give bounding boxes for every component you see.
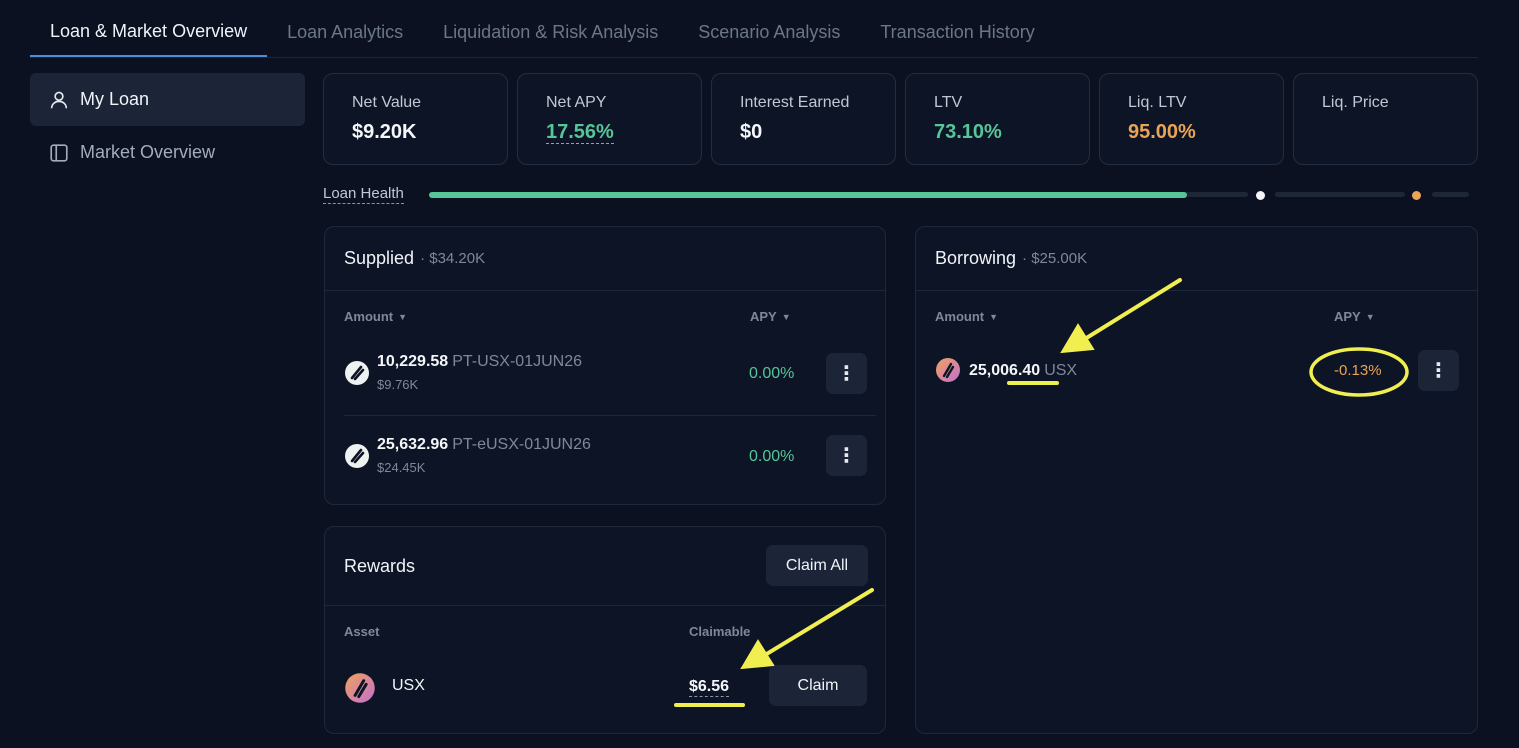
claim-all-button[interactable]: Claim All: [766, 545, 868, 586]
supplied-panel: Supplied · $34.20K Amount ▼ APY ▼ 10,229.5…: [324, 226, 886, 505]
borrowing-col-apy[interactable]: APY ▼: [1334, 309, 1375, 324]
top-tab-bar: Loan & Market Overview Loan Analytics Li…: [30, 0, 1478, 58]
chevron-down-icon: ▼: [989, 311, 999, 322]
user-icon: [48, 89, 70, 111]
stat-liq-ltv: Liq. LTV 95.00%: [1099, 73, 1284, 165]
borrowing-row-more-button[interactable]: ⋮: [1418, 350, 1459, 391]
loan-health-track-segment: [1275, 192, 1405, 197]
chevron-down-icon: ▼: [1365, 311, 1375, 322]
rewards-row-asset: USX: [392, 677, 425, 694]
supplied-row-2-apy: 0.00%: [749, 448, 795, 465]
borrowing-header: Borrowing · $25.00K: [916, 227, 1477, 291]
loan-health-label[interactable]: Loan Health: [323, 185, 404, 204]
token-symbol: USX: [1044, 362, 1078, 379]
tab-liquidation-risk-analysis[interactable]: Liquidation & Risk Analysis: [423, 0, 678, 57]
rewards-panel: Rewards Claim All Asset Claimable USX $6…: [324, 526, 886, 734]
borrowing-col-amount[interactable]: Amount ▼: [935, 309, 998, 324]
col-apy-label: APY: [1334, 309, 1361, 324]
supplied-header: Supplied · $34.20K: [325, 227, 885, 291]
supplied-row-1-amount: 10,229.58 PT-USX-01JUN26: [377, 353, 582, 371]
tab-scenario-analysis[interactable]: Scenario Analysis: [678, 0, 860, 57]
col-apy-label: APY: [750, 309, 777, 324]
liq-ltv-marker-dot: [1412, 191, 1421, 200]
supplied-row-2-usd: $24.45K: [377, 460, 426, 475]
tab-loan-analytics[interactable]: Loan Analytics: [267, 0, 423, 57]
panel-icon: [48, 142, 70, 164]
pt-eusx-token-icon: [344, 443, 370, 469]
supplied-col-amount[interactable]: Amount ▼: [344, 309, 407, 324]
ltv-marker-dot: [1256, 191, 1265, 200]
borrowing-title: Borrowing: [935, 248, 1017, 268]
supplied-row-1-more-button[interactable]: ⋮: [826, 353, 867, 394]
borrowing-row-apy: -0.13%: [1334, 362, 1382, 379]
supplied-title: Supplied: [344, 248, 415, 268]
more-vertical-icon: ⋮: [836, 445, 857, 467]
supplied-total: · $34.20K: [420, 250, 486, 267]
pt-usx-token-icon: [344, 360, 370, 386]
amount-value: 25,006.40: [969, 362, 1041, 379]
chevron-down-icon: ▼: [781, 311, 791, 322]
stat-label: Net APY: [546, 94, 607, 111]
supplied-row-2-amount: 25,632.96 PT-eUSX-01JUN26: [377, 436, 591, 454]
supplied-row-2-more-button[interactable]: ⋮: [826, 435, 867, 476]
rewards-col-asset: Asset: [344, 624, 380, 639]
loan-health-track-end: [1432, 192, 1469, 197]
supplied-row-1-apy: 0.00%: [749, 365, 795, 382]
tab-transaction-history[interactable]: Transaction History: [860, 0, 1054, 57]
token-symbol: PT-USX-01JUN26: [452, 353, 583, 370]
supplied-row-1-usd: $9.76K: [377, 377, 419, 392]
usx-token-icon: [344, 672, 376, 704]
sidebar-item-label: Market Overview: [80, 142, 216, 162]
row-divider: [344, 415, 876, 416]
more-vertical-icon: ⋮: [836, 363, 857, 385]
loan-health-fill: [429, 192, 1187, 198]
more-vertical-icon: ⋮: [1428, 360, 1449, 382]
borrowing-panel: Borrowing · $25.00K Amount ▼ APY ▼ 25,006.…: [915, 226, 1478, 734]
stat-liq-price: Liq. Price: [1293, 73, 1478, 165]
stat-net-value: Net Value $9.20K: [323, 73, 508, 165]
col-amount-label: Amount: [935, 309, 985, 324]
rewards-row-claimable[interactable]: $6.56: [689, 678, 730, 697]
stat-label: Liq. LTV: [1128, 94, 1187, 111]
supplied-col-apy[interactable]: APY ▼: [750, 309, 791, 324]
tab-loan-market-overview[interactable]: Loan & Market Overview: [30, 0, 268, 57]
stat-label: LTV: [934, 94, 963, 111]
amount-value: 25,632.96: [377, 436, 449, 453]
rewards-title: Rewards: [344, 555, 416, 576]
token-symbol: PT-eUSX-01JUN26: [452, 436, 591, 453]
chevron-down-icon: ▼: [398, 311, 408, 322]
stat-label: Liq. Price: [1322, 94, 1389, 111]
amount-value: 10,229.58: [377, 353, 449, 370]
borrowing-row-amount: 25,006.40 USX: [969, 362, 1077, 380]
usx-token-icon: [935, 357, 961, 383]
stat-value: $0: [740, 121, 763, 143]
stats-row: Net Value $9.20K Net APY 17.56% Interest…: [323, 73, 1478, 165]
claim-button[interactable]: Claim: [769, 665, 867, 706]
rewards-col-claimable: Claimable: [689, 624, 751, 639]
stat-ltv: LTV 73.10%: [905, 73, 1090, 165]
stat-value: 95.00%: [1128, 121, 1196, 143]
stat-value[interactable]: 17.56%: [546, 121, 614, 144]
borrowing-total: · $25.00K: [1022, 250, 1088, 267]
stat-value: 73.10%: [934, 121, 1002, 143]
sidebar-item-market-overview[interactable]: Market Overview: [30, 126, 305, 179]
sidebar-item-my-loan[interactable]: My Loan: [30, 73, 305, 126]
stat-value: $9.20K: [352, 121, 417, 143]
sidebar-item-label: My Loan: [80, 89, 150, 109]
stat-interest-earned: Interest Earned $0: [711, 73, 896, 165]
sidebar: My Loan Market Overview: [30, 73, 305, 179]
stat-net-apy: Net APY 17.56%: [517, 73, 702, 165]
col-amount-label: Amount: [344, 309, 394, 324]
stat-label: Net Value: [352, 94, 422, 111]
stat-label: Interest Earned: [740, 94, 850, 111]
